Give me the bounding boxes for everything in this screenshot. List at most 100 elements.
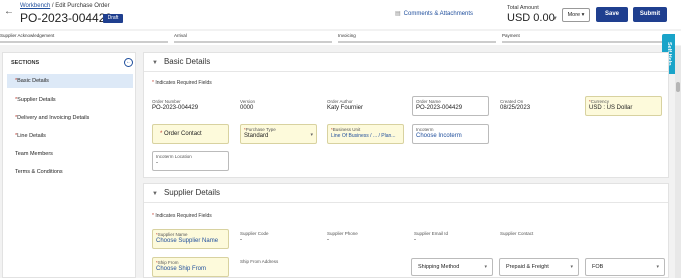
more-button[interactable]: More ▾ [562, 8, 590, 22]
business-unit-input[interactable]: *Business Unit Line Of Business / ... / P… [327, 124, 404, 144]
fob-select[interactable]: FOB ▾ [585, 258, 665, 276]
select-value: Shipping Method [418, 264, 460, 270]
submit-button[interactable]: Submit [633, 7, 667, 22]
caret-down-icon: ▾ [310, 132, 313, 138]
comments-label: Comments & Attachments [403, 11, 474, 17]
step-invoicing: Invoicing [338, 33, 356, 38]
ship-from-address-field: Ship From Address [240, 259, 278, 265]
sidebar-item-line-details[interactable]: *Line Details [7, 129, 133, 143]
field-value: PO-2023-004429 [152, 105, 199, 111]
field-label: Supplier Phone [327, 231, 358, 236]
field-label: *Currency [589, 99, 610, 104]
page-header: ← Workbench / Edit Purchase Order PO-202… [0, 0, 681, 29]
field-value: Standard [244, 133, 269, 139]
sidebar-item-team-members[interactable]: Team Members [7, 147, 133, 161]
supplier-contact-field: Supplier Contact [500, 231, 533, 237]
field-label: Order Name [416, 99, 441, 104]
sidebar-item-label: Team Members [15, 151, 53, 157]
field-value: Choose Incoterm [416, 133, 462, 139]
field-label: Version [240, 99, 256, 104]
field-value: PO-2023-004429 [416, 105, 463, 111]
field-value: USD : US Dollar [589, 105, 633, 111]
scrollbar-track[interactable] [675, 46, 681, 278]
currency-select[interactable]: *Currency USD : US Dollar [585, 96, 662, 116]
comment-icon: ▤ [395, 11, 401, 17]
sidebar-item-label: Delivery and Invoicing Details [17, 115, 90, 121]
section-header[interactable]: ▼ Supplier Details [152, 188, 220, 197]
field-label: Supplier Email Id [414, 231, 449, 236]
divider [144, 202, 668, 203]
sidebar-item-label: Supplier Details [17, 97, 56, 103]
field-label: * Order Contact [160, 131, 202, 137]
breadcrumb-workbench-link[interactable]: Workbench [20, 3, 50, 9]
freight-select[interactable]: Prepaid & Freight ▾ [499, 258, 579, 276]
order-contact-input[interactable]: * Order Contact [152, 124, 229, 144]
select-value: FOB [592, 264, 604, 270]
caret-down-icon: ▾ [656, 264, 659, 270]
chevron-down-icon[interactable]: ▼ [552, 16, 558, 22]
required-note: * Indicates Required Fields [152, 213, 212, 219]
field-label: Created On [500, 99, 524, 104]
step-bar [0, 41, 168, 43]
required-note-text: Indicates Required Fields [155, 80, 212, 86]
field-value: Line Of Business / ... / Plan... [331, 133, 396, 139]
purchase-type-select[interactable]: *Purchase Type Standard ▾ [240, 124, 317, 144]
required-note-text: Indicates Required Fields [155, 213, 212, 219]
step-bar [338, 41, 496, 43]
field-label: Supplier Code [240, 231, 269, 236]
required-note: * Indicates Required Fields [152, 80, 212, 86]
breadcrumb: Workbench / Edit Purchase Order [20, 3, 110, 9]
field-value: - [414, 237, 416, 243]
created-on-field: Created On 08/25/2023 [500, 99, 530, 111]
incoterm-location-input[interactable]: Incoterm Location - [152, 151, 229, 171]
sidebar-item-basic-details[interactable]: *Basic Details [7, 74, 133, 88]
supplier-email-field: Supplier Email Id - [414, 231, 448, 243]
sidebar-item-label: Terms & Conditions [15, 169, 63, 175]
shipping-method-select[interactable]: Shipping Method ▾ [411, 258, 493, 276]
order-name-input[interactable]: Order Name PO-2023-004429 [412, 96, 489, 116]
status-badge: Draft [103, 14, 123, 23]
save-button[interactable]: Save [596, 7, 628, 22]
comments-attachments-link[interactable]: ▤ Comments & Attachments [395, 10, 473, 17]
section-title: Basic Details [163, 57, 211, 66]
chevron-down-icon: ▼ [152, 60, 158, 66]
incoterm-input[interactable]: Incoterm Choose Incoterm [412, 124, 489, 144]
field-value: 08/25/2023 [500, 105, 531, 111]
ship-from-input[interactable]: *Ship From Choose Ship From [152, 257, 229, 277]
field-label: Order Author [327, 99, 353, 104]
caret-down-icon: ▾ [570, 264, 573, 270]
field-label: Incoterm [416, 127, 434, 132]
caret-down-icon: ▾ [484, 264, 487, 270]
supplier-phone-field: Supplier Phone - [327, 231, 358, 243]
order-author-field: Order Author Katy Fournier [327, 99, 363, 111]
basic-details-section: ▼ Basic Details * Indicates Required Fiel… [143, 52, 669, 178]
field-label: Incoterm Location [156, 154, 192, 159]
step-bar [174, 41, 332, 43]
field-label: *Purchase Type [244, 127, 276, 132]
back-arrow-icon[interactable]: ← [4, 6, 14, 17]
sidebar-item-terms[interactable]: Terms & Conditions [7, 165, 133, 179]
progress-tracker: Supplier Acknowledgement Arrival Invoici… [0, 31, 681, 45]
sidebar-item-supplier-details[interactable]: *Supplier Details [7, 93, 133, 107]
section-title: Supplier Details [163, 188, 220, 197]
supplier-details-section: ▼ Supplier Details * Indicates Required F… [143, 183, 669, 278]
field-label: Ship From Address [240, 259, 279, 264]
collapse-sidebar-icon[interactable]: ← [124, 58, 133, 67]
field-value: Choose Supplier Name [156, 238, 219, 244]
field-value: - [156, 160, 158, 166]
supplier-name-input[interactable]: *Supplier Name Choose Supplier Name [152, 229, 229, 249]
sections-sidebar: SECTIONS ← *Basic Details *Supplier Deta… [2, 52, 136, 278]
section-header[interactable]: ▼ Basic Details [152, 57, 210, 66]
field-label: Supplier Contact [500, 231, 534, 236]
breadcrumb-current: / Edit Purchase Order [50, 3, 110, 9]
scrollbar-thumb[interactable] [676, 82, 680, 92]
more-label: More [567, 12, 581, 18]
field-label: Order Number [152, 99, 181, 104]
field-value: Katy Fournier [327, 105, 364, 111]
step-payment: Payment [502, 33, 520, 38]
sidebar-item-delivery-invoicing[interactable]: *Delivery and Invoicing Details [7, 111, 133, 125]
total-amount-value: USD 0.00 [507, 12, 555, 24]
divider [144, 71, 668, 72]
chevron-down-icon: ▼ [152, 191, 158, 197]
caret-down-icon: ▾ [581, 12, 585, 18]
